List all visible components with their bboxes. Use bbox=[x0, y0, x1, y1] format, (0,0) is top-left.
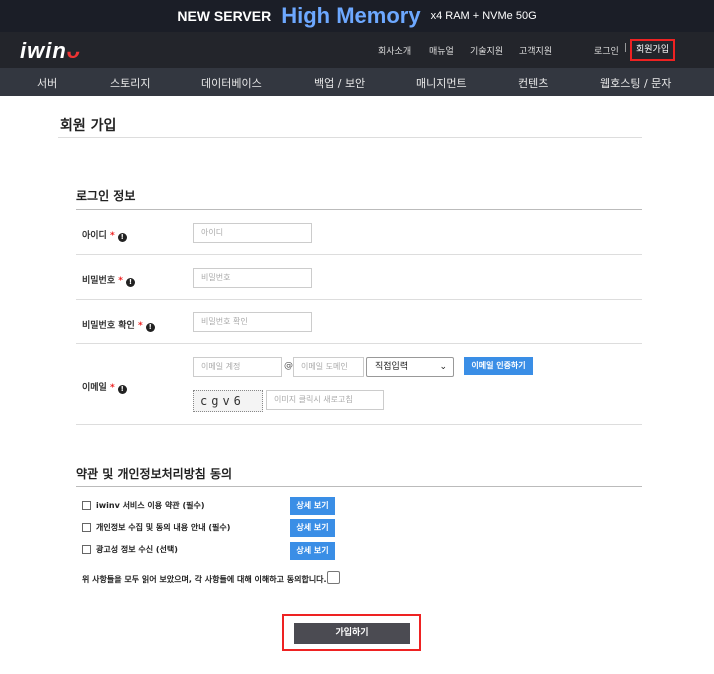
password-confirm-input[interactable]: 비밀번호 확인 bbox=[193, 312, 312, 332]
marketing-checkbox[interactable] bbox=[82, 545, 91, 554]
nav-database[interactable]: 데이터베이스 bbox=[201, 75, 262, 91]
password-input[interactable]: 비밀번호 bbox=[193, 268, 312, 288]
top-link-customer-support[interactable]: 고객지원 bbox=[519, 44, 552, 57]
submit-highlight: 가입하기 bbox=[282, 614, 421, 651]
row-divider bbox=[76, 343, 642, 344]
id-input[interactable]: 아이디 bbox=[193, 223, 312, 243]
captcha-input[interactable]: 이미지 클릭시 새로고침 bbox=[266, 390, 384, 410]
top-link-manual[interactable]: 매뉴얼 bbox=[429, 44, 454, 57]
terms-service-checkbox[interactable] bbox=[82, 501, 91, 510]
row-divider bbox=[76, 299, 642, 300]
info-icon[interactable]: ! bbox=[125, 278, 135, 287]
marketing-detail-button[interactable]: 상세 보기 bbox=[290, 542, 335, 560]
password-label: 비밀번호 *! bbox=[82, 273, 135, 287]
email-account-input[interactable]: 이메일 계정 bbox=[193, 357, 282, 377]
site-header: iwinᴗ 회사소개 매뉴얼 기술지원 고객지원 로그인 | 회원가입 bbox=[0, 32, 714, 68]
banner-new-server: NEW SERVER bbox=[177, 8, 272, 24]
nav-server[interactable]: 서버 bbox=[37, 75, 57, 91]
logo-smile-icon: ᴗ bbox=[66, 38, 82, 63]
signup-link[interactable]: 회원가입 bbox=[630, 39, 676, 61]
login-info-title: 로그인 정보 bbox=[76, 189, 136, 203]
terms-title: 약관 및 개인정보처리방침 동의 bbox=[76, 467, 233, 481]
banner-spec: x4 RAM + NVMe 50G bbox=[430, 10, 537, 22]
row-divider bbox=[76, 424, 642, 425]
promo-banner[interactable]: NEW SERVER High Memory x4 RAM + NVMe 50G bbox=[0, 0, 714, 32]
email-domain-select[interactable]: 직접입력 ⌄ bbox=[366, 357, 454, 377]
chevron-down-icon: ⌄ bbox=[439, 362, 447, 372]
agree-all-checkbox[interactable] bbox=[327, 571, 340, 584]
main-nav: 서버 스토리지 데이터베이스 백업 / 보안 매니지먼트 컨텐츠 웹호스팅 / … bbox=[0, 68, 714, 96]
info-icon[interactable]: ! bbox=[117, 233, 127, 242]
info-icon[interactable]: ! bbox=[117, 385, 127, 394]
title-divider bbox=[58, 137, 642, 138]
privacy-detail-button[interactable]: 상세 보기 bbox=[290, 519, 335, 537]
privacy-checkbox[interactable] bbox=[82, 523, 91, 532]
info-icon[interactable]: ! bbox=[145, 323, 155, 332]
nav-contents[interactable]: 컨텐츠 bbox=[518, 75, 548, 91]
top-link-tech-support[interactable]: 기술지원 bbox=[470, 44, 503, 57]
privacy-label: 개인정보 수집 및 동의 내용 안내 (필수) bbox=[96, 523, 231, 532]
nav-storage[interactable]: 스토리지 bbox=[110, 75, 150, 91]
id-label: 아이디 *! bbox=[82, 228, 127, 242]
email-domain-input[interactable]: 이메일 도메인 bbox=[293, 357, 364, 377]
row-divider bbox=[76, 254, 642, 255]
nav-backup-security[interactable]: 백업 / 보안 bbox=[314, 75, 365, 91]
section-divider bbox=[76, 209, 642, 210]
header-separator: | bbox=[624, 43, 628, 53]
email-verify-button[interactable]: 이메일 인증하기 bbox=[464, 357, 533, 375]
marketing-label: 광고성 정보 수신 (선택) bbox=[96, 545, 178, 554]
nav-webhosting-sms[interactable]: 웹호스팅 / 문자 bbox=[600, 75, 671, 91]
site-logo[interactable]: iwinᴗ bbox=[20, 38, 81, 64]
section-divider bbox=[76, 486, 642, 487]
email-at-sign: @ bbox=[284, 361, 293, 371]
password-confirm-label: 비밀번호 확인 *! bbox=[82, 318, 155, 332]
captcha-image[interactable]: cgv6 bbox=[193, 390, 263, 412]
page-title: 회원 가입 bbox=[60, 118, 117, 134]
email-label: 이메일 *! bbox=[82, 380, 127, 394]
terms-service-detail-button[interactable]: 상세 보기 bbox=[290, 497, 335, 515]
signup-submit-button[interactable]: 가입하기 bbox=[294, 623, 410, 644]
banner-high-memory: High Memory bbox=[281, 3, 421, 28]
agree-all-label: 위 사항들을 모두 읽어 보았으며, 각 사항들에 대해 이해하고 동의합니다. bbox=[82, 575, 327, 584]
terms-service-label: iwinv 서비스 이용 약관 (필수) bbox=[96, 501, 205, 510]
login-link[interactable]: 로그인 bbox=[594, 44, 619, 57]
nav-management[interactable]: 매니지먼트 bbox=[416, 75, 467, 91]
top-link-company[interactable]: 회사소개 bbox=[378, 44, 411, 57]
